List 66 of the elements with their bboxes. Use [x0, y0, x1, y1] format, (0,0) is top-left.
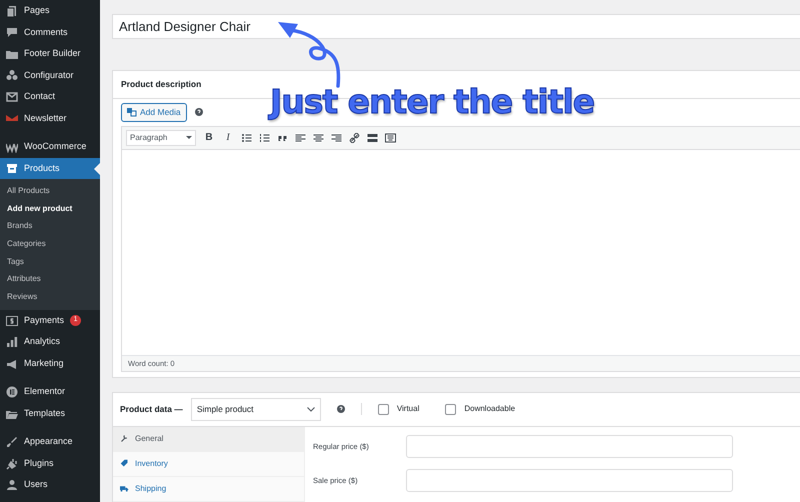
chevron-icon	[306, 406, 315, 412]
sidebar-item[interactable]: Elementor	[0, 381, 100, 403]
sidebar-item[interactable]: Configurator	[0, 64, 100, 86]
sidebar-item[interactable]: Analytics	[0, 331, 100, 353]
link-icon[interactable]	[349, 132, 360, 142]
submenu-item[interactable]: Categories	[0, 235, 100, 253]
bulleted-list-icon[interactable]	[241, 132, 252, 142]
help-icon[interactable]	[194, 108, 203, 116]
downloadable-label: Downloadable	[464, 403, 516, 416]
checkbox[interactable]	[378, 404, 389, 415]
sidebar-item[interactable]: Templates	[0, 402, 100, 424]
submenu-item[interactable]: Reviews	[0, 288, 100, 306]
paintbrush-icon	[6, 436, 18, 448]
circles-icon	[6, 69, 18, 82]
tab[interactable]: Shipping	[113, 476, 304, 502]
align-center-icon[interactable]	[313, 132, 324, 142]
sidebar-item[interactable]: Appearance	[0, 431, 100, 453]
align-left-icon[interactable]	[295, 132, 306, 142]
box-icon	[6, 162, 18, 174]
sidebar-item[interactable]: Users	[0, 474, 100, 496]
sidebar-item[interactable]: WooCommerce	[0, 136, 100, 158]
dollar-icon	[6, 314, 18, 327]
speech-bubble-icon	[6, 26, 18, 38]
sidebar-item[interactable]: Comments	[0, 22, 100, 43]
submenu-item[interactable]: All Products	[0, 182, 100, 200]
virtual-label: Virtual	[396, 403, 420, 416]
submenu-item[interactable]: Brands	[0, 217, 100, 236]
format-dropdown[interactable]: Paragraph	[126, 130, 196, 146]
numbered-list-icon[interactable]	[259, 132, 270, 142]
submenu-item[interactable]: Attributes	[0, 270, 100, 288]
panel-heading: Product data —	[120, 402, 183, 416]
help-icon[interactable]	[336, 405, 345, 414]
sidebar-item[interactable]: Pages	[0, 0, 100, 22]
bar-chart-icon	[6, 336, 18, 348]
document-icon	[6, 4, 18, 17]
read-more-icon[interactable]	[367, 132, 378, 142]
circle-e-icon	[6, 386, 18, 398]
price-field[interactable]	[406, 469, 733, 492]
sidebar-item[interactable]: Marketing	[0, 352, 100, 374]
checkbox[interactable]	[445, 404, 456, 415]
envelope-icon	[6, 90, 18, 103]
curved-arrow	[278, 22, 340, 88]
submenu-item[interactable]: Add new product	[0, 200, 100, 218]
tab[interactable]: Inventory	[113, 452, 304, 476]
align-right-icon[interactable]	[331, 132, 342, 142]
truck-icon	[120, 484, 129, 493]
megaphone-icon	[6, 358, 18, 370]
sidebar-item[interactable]: Footer Builder	[0, 43, 100, 64]
price-field[interactable]	[406, 435, 733, 458]
tab[interactable]: General	[113, 426, 304, 452]
italic-button[interactable]: I	[222, 130, 234, 145]
product-type-dropdown[interactable]: Simple product	[190, 398, 321, 420]
media-icon	[127, 107, 137, 118]
sidebar-item[interactable]: Products	[0, 158, 100, 179]
bold-button[interactable]: B	[203, 130, 215, 145]
tag-icon	[120, 459, 129, 468]
sidebar-item[interactable]: Plugins	[0, 452, 100, 474]
submenu-item[interactable]: Tags	[0, 252, 100, 270]
sidebar-item[interactable]: Newsletter	[0, 108, 100, 129]
user-icon	[6, 479, 18, 492]
wrench-icon	[120, 434, 129, 443]
keyboard-icon[interactable]	[385, 132, 396, 142]
plug-icon	[6, 458, 18, 470]
sidebar-item[interactable]: Contact	[0, 86, 100, 108]
add-media-button[interactable]: Add Media	[121, 102, 187, 122]
title-field[interactable]: Artland Designer Chair	[112, 14, 800, 39]
